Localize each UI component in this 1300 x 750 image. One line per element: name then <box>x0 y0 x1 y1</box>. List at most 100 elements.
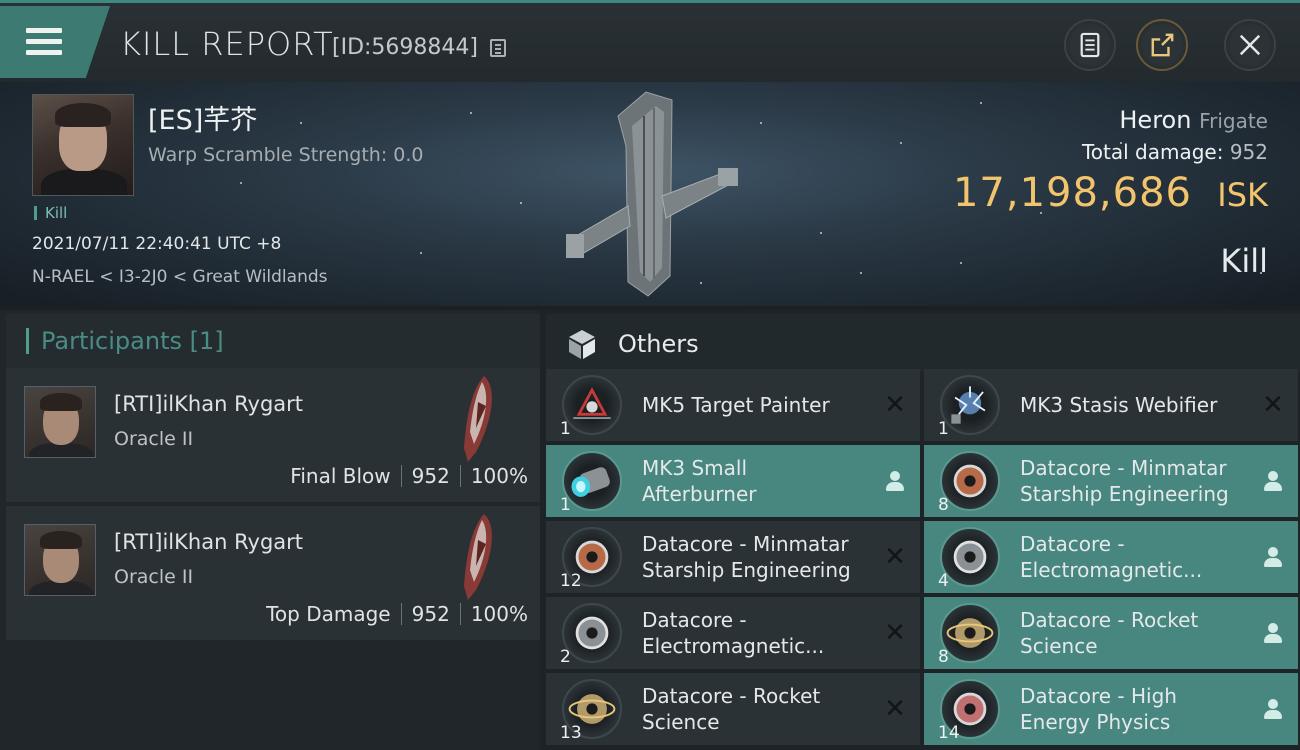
star <box>520 202 522 204</box>
item-name: MK3 Small Afterburner <box>642 456 757 506</box>
participant-name: [RTI]ilKhan Rygart <box>114 530 304 554</box>
item-name: Datacore - High Energy Physics <box>1020 684 1177 734</box>
title-bar: KILL REPORT [ID:5698844] <box>0 0 1300 82</box>
items-header: Others <box>546 314 1300 372</box>
destroyed-x-icon: ✕ <box>884 694 906 724</box>
item-quantity: 8 <box>938 647 949 667</box>
participant-ship: Oracle II <box>114 428 194 450</box>
ship-class: Frigate <box>1199 109 1268 133</box>
damage-label: Total damage: <box>1081 140 1224 164</box>
ship-render-image <box>566 91 738 297</box>
result-label: Kill <box>1220 242 1268 280</box>
participant-damage: 952 <box>411 464 450 488</box>
close-button[interactable] <box>1224 19 1276 71</box>
item-quantity: 8 <box>938 495 949 515</box>
ship-name: Heron <box>1119 106 1192 134</box>
warp-scramble-strength: Warp Scramble Strength: 0.0 <box>148 144 424 166</box>
victim-portrait[interactable] <box>32 94 134 196</box>
item-row[interactable]: 4 Datacore - Electromagnetic... <box>924 521 1298 593</box>
dropped-user-icon <box>1262 545 1284 569</box>
destroyed-x-icon: ✕ <box>884 542 906 572</box>
item-row[interactable]: 1 MK3 Small Afterburner <box>546 445 920 517</box>
star <box>960 262 962 264</box>
destroyed-x-icon: ✕ <box>884 390 906 420</box>
kill-location: N-RAEL < I3-2J0 < Great Wildlands <box>32 267 328 287</box>
participant-row[interactable]: [RTI]ilKhan Rygart Oracle II Top Damage … <box>6 506 540 640</box>
hamburger-menu-icon <box>26 28 62 56</box>
dropped-user-icon <box>884 469 906 493</box>
participant-role: Final Blow <box>290 464 391 488</box>
star <box>980 102 982 104</box>
notes-icon <box>1080 32 1100 58</box>
star <box>1260 272 1262 274</box>
victim-banner: [ES]芊芥 Warp Scramble Strength: 0.0 Kill … <box>0 82 1300 306</box>
isk-value: 17,198,686 <box>952 170 1192 216</box>
stat-divider <box>400 603 402 625</box>
dropped-user-icon <box>1262 621 1284 645</box>
oracle-ship-icon <box>464 376 492 462</box>
oracle-ship-icon <box>464 514 492 600</box>
star <box>470 112 472 114</box>
item-row[interactable]: 1 MK5 Target Painter ✕ <box>546 369 920 441</box>
datacore-icon <box>940 451 1000 511</box>
star <box>420 252 422 254</box>
item-name: Datacore - Minmatar Starship Engineering <box>1020 456 1229 506</box>
copy-icon[interactable] <box>490 39 506 57</box>
star <box>300 122 302 124</box>
item-quantity: 1 <box>560 495 571 515</box>
dropped-user-icon <box>1262 469 1284 493</box>
participant-ship: Oracle II <box>114 566 194 588</box>
page-title: KILL REPORT <box>120 25 334 63</box>
stasis-webifier-icon <box>940 375 1000 435</box>
notes-button[interactable] <box>1064 19 1116 71</box>
participants-header: Participants [1] <box>6 314 540 372</box>
participants-title: Participants [1] <box>26 328 224 354</box>
kill-tag: Kill <box>34 206 67 221</box>
items-panel: Others 1 MK5 Target Painter ✕ 1 MK3 Stas… <box>540 310 1300 750</box>
item-row[interactable]: 2 Datacore - Electromagnetic... ✕ <box>546 597 920 669</box>
star <box>900 142 902 144</box>
item-row[interactable]: 14 Datacore - High Energy Physics <box>924 673 1298 745</box>
item-quantity: 14 <box>938 723 960 743</box>
kill-timestamp: 2021/07/11 22:40:41 UTC +8 <box>32 234 282 254</box>
isk-unit: ISK <box>1217 176 1268 214</box>
item-row[interactable]: 1 MK3 Stasis Webifier ✕ <box>924 369 1298 441</box>
stat-divider <box>400 465 402 487</box>
item-row[interactable]: 12 Datacore - Minmatar Starship Engineer… <box>546 521 920 593</box>
item-quantity: 2 <box>560 647 571 667</box>
star <box>700 282 702 284</box>
star <box>240 182 242 184</box>
participant-row[interactable]: [RTI]ilKhan Rygart Oracle II Final Blow … <box>6 368 540 502</box>
item-row[interactable]: 13 Datacore - Rocket Science ✕ <box>546 673 920 745</box>
item-name: MK3 Stasis Webifier <box>1020 393 1218 417</box>
star <box>1040 212 1042 214</box>
datacore-icon <box>940 527 1000 587</box>
cube-icon <box>569 330 595 359</box>
star <box>760 122 762 124</box>
victim-name: [ES]芊芥 <box>148 105 258 136</box>
item-quantity: 4 <box>938 571 949 591</box>
star <box>860 272 862 274</box>
item-row[interactable]: 8 Datacore - Rocket Science <box>924 597 1298 669</box>
stat-divider <box>459 465 461 487</box>
participant-portrait[interactable] <box>24 386 96 458</box>
participant-role: Top Damage <box>266 602 391 626</box>
destroyed-x-icon: ✕ <box>1262 390 1284 420</box>
dropped-user-icon <box>1262 697 1284 721</box>
participant-percent: 100% <box>470 602 528 626</box>
item-name: Datacore - Minmatar Starship Engineering <box>642 532 851 582</box>
item-row[interactable]: 8 Datacore - Minmatar Starship Engineeri… <box>924 445 1298 517</box>
total-damage: Total damage: 952 <box>1082 140 1268 164</box>
menu-button[interactable] <box>0 6 110 78</box>
participant-stats: Final Blow 952 100% <box>290 464 528 488</box>
share-button[interactable] <box>1136 19 1188 71</box>
items-title: Others <box>618 330 699 358</box>
afterburner-icon <box>562 451 622 511</box>
item-name: Datacore - Rocket Science <box>1020 608 1199 658</box>
participant-portrait[interactable] <box>24 524 96 596</box>
participant-damage: 952 <box>411 602 450 626</box>
stat-divider <box>459 603 461 625</box>
item-quantity: 1 <box>560 419 571 439</box>
close-icon <box>1239 34 1261 56</box>
participant-percent: 100% <box>470 464 528 488</box>
